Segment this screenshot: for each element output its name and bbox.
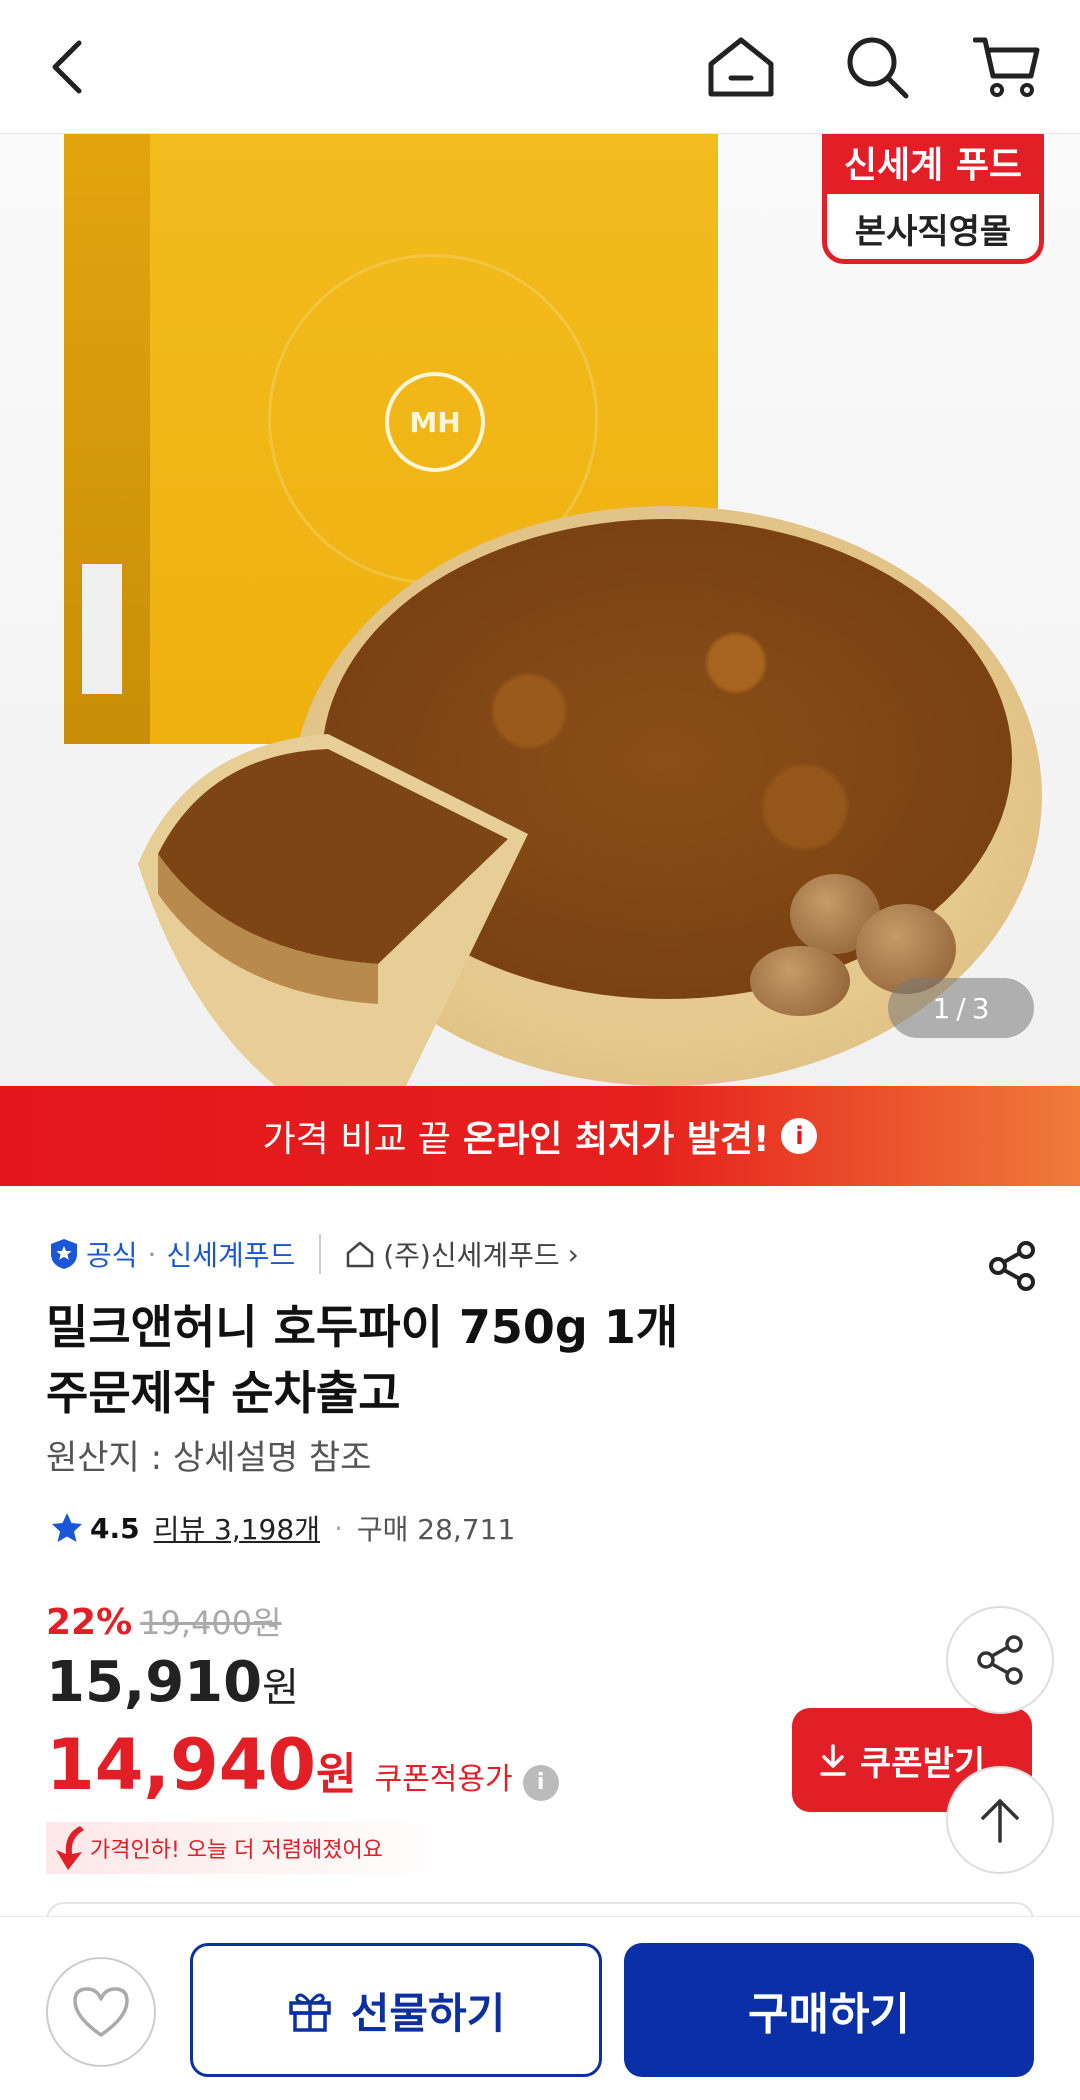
lowest-price-banner[interactable]: 가격 비교 끝 온라인 최저가 발견! i (0, 1086, 1080, 1186)
pie-slice (138, 734, 528, 1086)
info-icon[interactable]: i (781, 1118, 818, 1154)
product-image-carousel[interactable]: MH 신세계 푸드 본사직영몰 1 / 3 (0, 134, 1080, 1086)
product-info-section: 공식 · 신세계푸드 (주)신세계푸드 › 밀크앤허니 호두파이 750g 1개… (0, 1186, 1080, 1922)
cart-button[interactable] (970, 30, 1044, 104)
image-pager: 1 / 3 (888, 978, 1034, 1038)
origin-info: 원산지 : 상세설명 참조 (46, 1438, 372, 1478)
store-link[interactable]: (주)신세계푸드 › (345, 1234, 579, 1274)
search-button[interactable] (840, 30, 914, 104)
brand-link[interactable]: 신세계푸드 (166, 1234, 295, 1274)
brand-badge-bottom: 본사직영몰 (854, 212, 1012, 252)
star-icon (52, 1513, 82, 1542)
purchase-count: 구매 28,711 (356, 1513, 516, 1546)
mh-bakery-logo: MH (385, 372, 485, 472)
floating-share-button[interactable] (946, 1606, 1054, 1714)
rating-row: 4.5 리뷰 3,198개 · 구매 28,711 (50, 1508, 515, 1548)
box-label (82, 564, 122, 694)
home-icon (708, 37, 774, 97)
seller-row: 공식 · 신세계푸드 (주)신세계푸드 › (48, 1232, 579, 1276)
store-icon (347, 1241, 374, 1268)
share-icon (989, 1241, 1035, 1291)
review-count-link[interactable]: 리뷰 3,198개 (154, 1508, 320, 1548)
price-down-arrow-icon (56, 1826, 84, 1870)
scroll-to-top-button[interactable] (946, 1766, 1054, 1874)
download-icon (820, 1744, 846, 1776)
rating-score: 4.5 (90, 1511, 140, 1545)
brand-badge-top: 신세계 푸드 (827, 134, 1039, 194)
wishlist-button[interactable] (46, 1957, 156, 2067)
buy-button[interactable]: 구매하기 (624, 1943, 1034, 2077)
brand-badge: 신세계 푸드 본사직영몰 (822, 134, 1044, 264)
product-title: 밀크앤허니 호두파이 750g 1개 주문제작 순차출고 (46, 1300, 679, 1420)
price-down-note: 가격인하! 오늘 더 저렴해졌어요 (46, 1822, 466, 1874)
back-button[interactable] (30, 30, 104, 104)
banner-prefix: 가격 비교 끝 (262, 1119, 452, 1160)
chevron-right-icon: › (567, 1237, 579, 1271)
gift-button[interactable]: 선물하기 (190, 1943, 602, 2077)
search-icon (847, 37, 909, 99)
back-icon (52, 40, 82, 94)
gift-icon (288, 1993, 331, 2032)
coupon-price-label: 쿠폰적용가 (374, 1762, 513, 1797)
discount-percent: 22% (46, 1602, 133, 1643)
cart-icon (973, 37, 1040, 97)
arrow-up-icon (981, 1799, 1019, 1843)
home-button[interactable] (704, 30, 778, 104)
banner-highlight: 온라인 최저가 발견! (463, 1119, 770, 1160)
shield-check-icon (51, 1239, 77, 1269)
top-navigation-bar (0, 0, 1080, 134)
seller-divider (319, 1234, 322, 1274)
share-icon (977, 1635, 1023, 1685)
walnut (750, 946, 850, 1016)
heart-icon (73, 1987, 129, 2037)
coupon-info-icon[interactable]: i (522, 1764, 559, 1801)
share-button[interactable] (984, 1238, 1040, 1294)
official-badge: 공식 (48, 1234, 138, 1274)
coupon-price: 14,940 원 쿠폰적용가 i (46, 1724, 559, 1806)
original-price: 19,400원 (140, 1604, 282, 1642)
bottom-action-bar: 선물하기 구매하기 (0, 1916, 1080, 2100)
discount-row: 22% 19,400원 (46, 1598, 282, 1644)
sale-price: 15,910원 (46, 1650, 299, 1715)
